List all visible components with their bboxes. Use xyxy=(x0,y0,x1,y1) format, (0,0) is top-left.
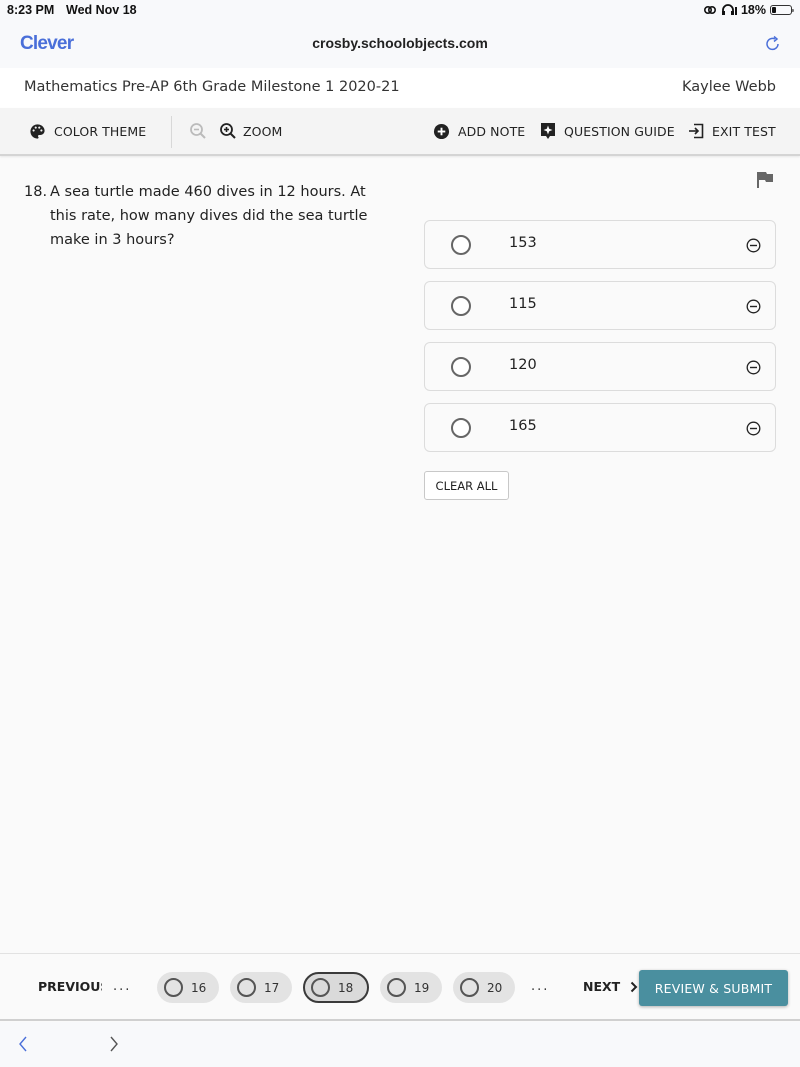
question-number: 18. xyxy=(24,184,48,200)
eliminate-choice-icon[interactable] xyxy=(746,360,761,375)
previous-button[interactable]: PREVIOUS xyxy=(38,979,102,994)
question-nav-20[interactable]: 20 xyxy=(453,972,515,1003)
choice-label: 115 xyxy=(509,296,537,312)
choice-label: 153 xyxy=(509,235,537,251)
question-text: A sea turtle made 460 dives in 12 hours.… xyxy=(50,184,368,248)
question-guide-label: QUESTION GUIDE xyxy=(564,123,675,139)
nav-ellipsis-right: ... xyxy=(531,979,550,994)
question-nav-19[interactable]: 19 xyxy=(380,972,442,1003)
exit-icon xyxy=(689,123,704,139)
choice-radio[interactable] xyxy=(451,235,471,255)
exam-title: Mathematics Pre-AP 6th Grade Milestone 1… xyxy=(24,79,400,95)
chevron-right-icon xyxy=(630,981,638,992)
toolbar-divider xyxy=(171,116,172,148)
test-toolbar: COLOR THEME ZOOM ADD NOTE QUESTION GUIDE… xyxy=(0,108,800,156)
question-stem: 18. A sea turtle made 460 dives in 12 ho… xyxy=(24,180,369,252)
choice-label: 120 xyxy=(509,357,537,373)
eliminate-choice-icon[interactable] xyxy=(746,421,761,436)
reload-icon[interactable] xyxy=(764,35,782,53)
next-button[interactable]: NEXT xyxy=(583,979,638,994)
question-nav-number: 16 xyxy=(191,980,207,995)
exit-test-label: EXIT TEST xyxy=(712,123,776,139)
answer-choice[interactable]: 153 xyxy=(424,220,776,269)
exam-header: Mathematics Pre-AP 6th Grade Milestone 1… xyxy=(0,68,800,108)
link-icon xyxy=(703,5,716,15)
eliminate-choice-icon[interactable] xyxy=(746,238,761,253)
status-bar: 8:23 PM Wed Nov 18 18% xyxy=(0,0,800,22)
exit-test-button[interactable]: EXIT TEST xyxy=(688,108,776,154)
url-display[interactable]: crosby.schoolobjects.com xyxy=(0,35,800,51)
palette-icon xyxy=(30,123,45,139)
answer-choice[interactable]: 120 xyxy=(424,342,776,391)
clear-all-button[interactable]: CLEAR ALL xyxy=(424,471,509,500)
question-navigation: PREVIOUS ... 16 17 18 19 20 ... NEXT REV… xyxy=(0,953,800,1021)
forward-chevron-icon[interactable] xyxy=(108,1035,120,1053)
question-status-icon xyxy=(387,978,406,997)
headphones-icon xyxy=(721,4,737,15)
question-nav-number: 18 xyxy=(338,980,354,995)
zoom-in-button[interactable]: ZOOM xyxy=(219,108,282,154)
question-guide-button[interactable]: QUESTION GUIDE xyxy=(540,108,675,154)
color-theme-button[interactable]: COLOR THEME xyxy=(29,108,146,154)
zoom-out-icon xyxy=(190,123,206,139)
status-right: 18% xyxy=(703,3,794,17)
student-name: Kaylee Webb xyxy=(681,79,776,95)
question-nav-17[interactable]: 17 xyxy=(230,972,292,1003)
battery-percent: 18% xyxy=(740,3,766,17)
add-note-icon xyxy=(433,123,450,139)
answer-choice[interactable]: 115 xyxy=(424,281,776,330)
question-status-icon xyxy=(311,978,330,997)
question-nav-number: 20 xyxy=(487,980,503,995)
question-nav-number: 17 xyxy=(264,980,280,995)
status-date: Wed Nov 18 xyxy=(66,3,137,17)
question-nav-16[interactable]: 16 xyxy=(157,972,219,1003)
question-status-icon xyxy=(164,978,183,997)
nav-ellipsis-left: ... xyxy=(113,979,132,994)
question-status-icon xyxy=(237,978,256,997)
question-nav-number: 19 xyxy=(414,980,430,995)
question-nav-18-current[interactable]: 18 xyxy=(303,972,369,1003)
next-label: NEXT xyxy=(583,979,621,994)
eliminate-choice-icon[interactable] xyxy=(746,299,761,314)
back-chevron-icon[interactable] xyxy=(17,1035,29,1053)
choice-radio[interactable] xyxy=(451,357,471,377)
add-note-button[interactable]: ADD NOTE xyxy=(433,108,525,154)
zoom-out-button[interactable] xyxy=(189,108,207,154)
question-guide-icon xyxy=(541,123,555,139)
choice-label: 165 xyxy=(509,418,537,434)
browser-bottom-bar xyxy=(0,1022,800,1067)
choice-radio[interactable] xyxy=(451,296,471,316)
zoom-label: ZOOM xyxy=(243,123,283,139)
add-note-label: ADD NOTE xyxy=(458,123,526,139)
zoom-in-icon xyxy=(220,123,236,139)
battery-icon xyxy=(770,5,794,15)
choice-radio[interactable] xyxy=(451,418,471,438)
review-submit-button[interactable]: REVIEW & SUBMIT xyxy=(639,970,788,1006)
browser-bar: Clever crosby.schoolobjects.com xyxy=(0,22,800,68)
flag-icon[interactable] xyxy=(755,170,775,190)
color-theme-label: COLOR THEME xyxy=(54,123,147,139)
status-time: 8:23 PM xyxy=(7,3,55,17)
question-status-icon xyxy=(460,978,479,997)
answer-choice[interactable]: 165 xyxy=(424,403,776,452)
